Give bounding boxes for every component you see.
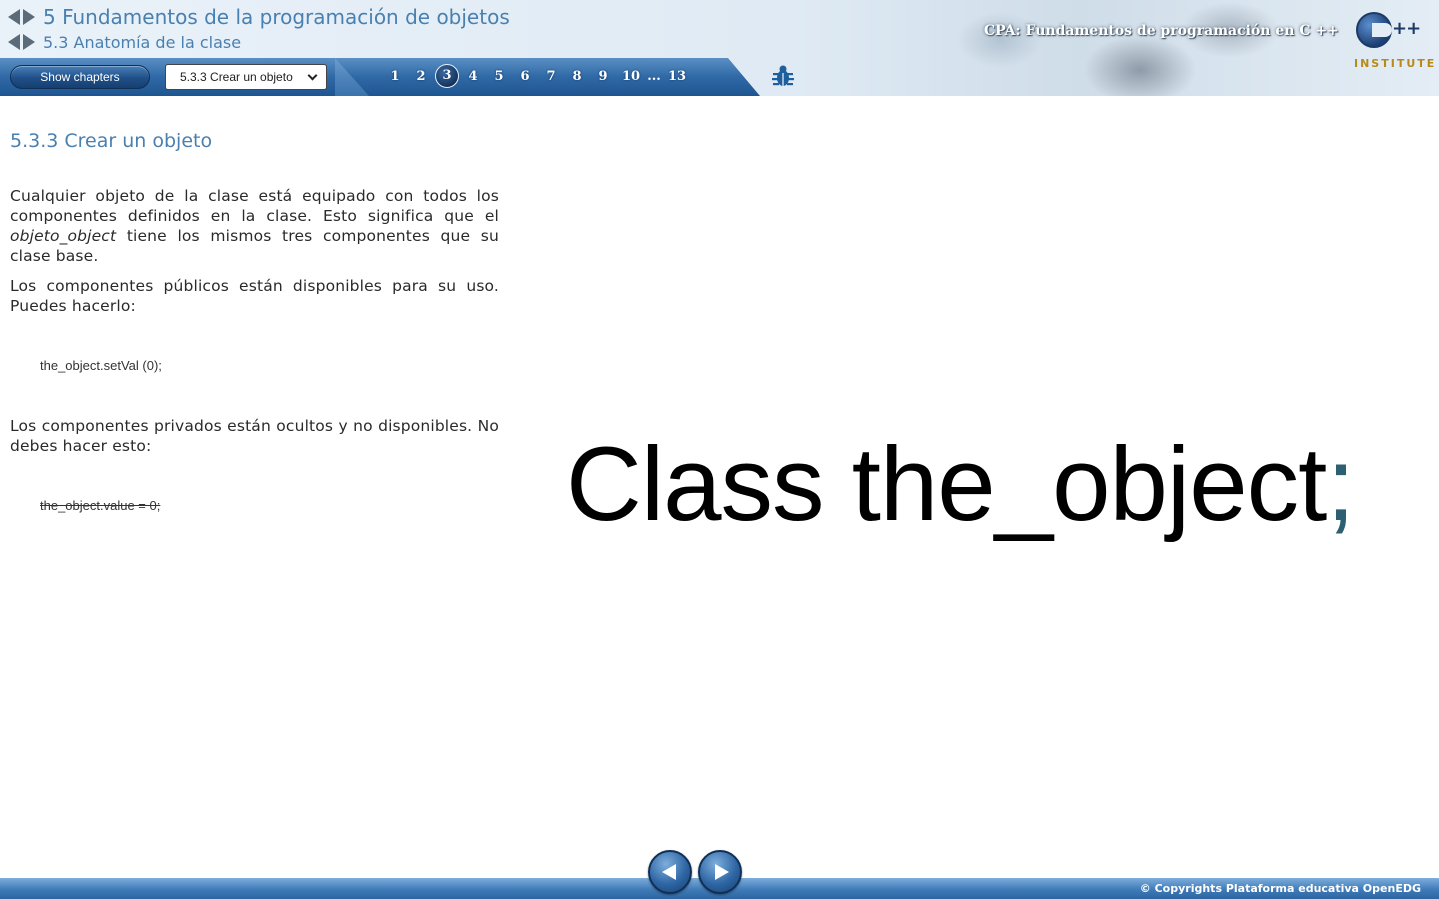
page-link-2[interactable]: 2 <box>408 69 434 84</box>
paragraph-1: Cualquier objeto de la clase está equipa… <box>10 186 499 266</box>
page-link-6[interactable]: 6 <box>512 69 538 84</box>
page-link-10[interactable]: 10 <box>616 69 646 84</box>
page-link-9[interactable]: 9 <box>590 69 616 84</box>
class-declaration-illustration: Class the_object; <box>566 425 1355 545</box>
cpp-institute-logo: ++ INSTITUTE <box>1352 10 1434 76</box>
page-pagination: 1 2 3 4 5 6 7 8 9 10 ... 13 <box>382 63 692 89</box>
page-link-13[interactable]: 13 <box>662 69 692 84</box>
next-page-button[interactable] <box>698 850 742 894</box>
chapter-title: 5 Fundamentos de la programación de obje… <box>43 5 510 29</box>
section-nav: 5.3 Anatomía de la clase <box>8 31 241 53</box>
code-example-allowed: the_object.setVal (0); <box>40 358 162 373</box>
code-example-forbidden: the_object.value = 0; <box>40 498 161 513</box>
show-chapters-button[interactable]: Show chapters <box>10 65 150 89</box>
class-declaration-semicolon: ; <box>1326 426 1355 543</box>
page-link-5[interactable]: 5 <box>486 69 512 84</box>
prev-chapter-icon[interactable] <box>8 9 20 25</box>
prev-section-icon[interactable] <box>8 34 20 50</box>
paragraph-1-italic: objeto_object <box>10 227 117 245</box>
logo-plus-plus: ++ <box>1392 18 1421 39</box>
course-title: CPA: Fundamentos de programación en C ++ <box>984 23 1339 39</box>
page-link-8[interactable]: 8 <box>564 69 590 84</box>
paragraph-1-text-a: Cualquier objeto de la clase está equipa… <box>10 187 499 225</box>
page-link-4[interactable]: 4 <box>460 69 486 84</box>
copyright-text: © Copyrights Plataforma educativa OpenED… <box>1139 882 1421 895</box>
subsection-select-value: 5.3.3 Crear un objeto <box>180 70 293 84</box>
bug-report-icon[interactable] <box>770 63 796 89</box>
next-section-icon[interactable] <box>23 34 35 50</box>
logo-c-globe-icon <box>1356 12 1392 48</box>
previous-arrow-icon <box>661 864 676 880</box>
section-title: 5.3 Anatomía de la clase <box>43 32 242 52</box>
page-title: 5.3.3 Crear un objeto <box>10 130 213 152</box>
next-arrow-icon <box>714 864 729 880</box>
header-background-photo <box>880 0 1300 96</box>
page-ellipsis: ... <box>647 68 661 84</box>
paragraph-2: Los componentes públicos están disponibl… <box>10 277 499 315</box>
chevron-down-icon <box>307 70 318 81</box>
previous-page-button[interactable] <box>648 850 692 894</box>
logo-institute-text: INSTITUTE <box>1354 57 1437 70</box>
page-link-1[interactable]: 1 <box>382 69 408 84</box>
chapter-nav: 5 Fundamentos de la programación de obje… <box>8 5 510 29</box>
paragraph-3: Los componentes privados están ocultos y… <box>10 417 499 455</box>
next-chapter-icon[interactable] <box>23 9 35 25</box>
subsection-select[interactable]: 5.3.3 Crear un objeto <box>165 64 327 90</box>
page-link-7[interactable]: 7 <box>538 69 564 84</box>
class-declaration-text: Class the_object <box>566 426 1327 543</box>
page-link-3-current[interactable]: 3 <box>435 64 459 88</box>
